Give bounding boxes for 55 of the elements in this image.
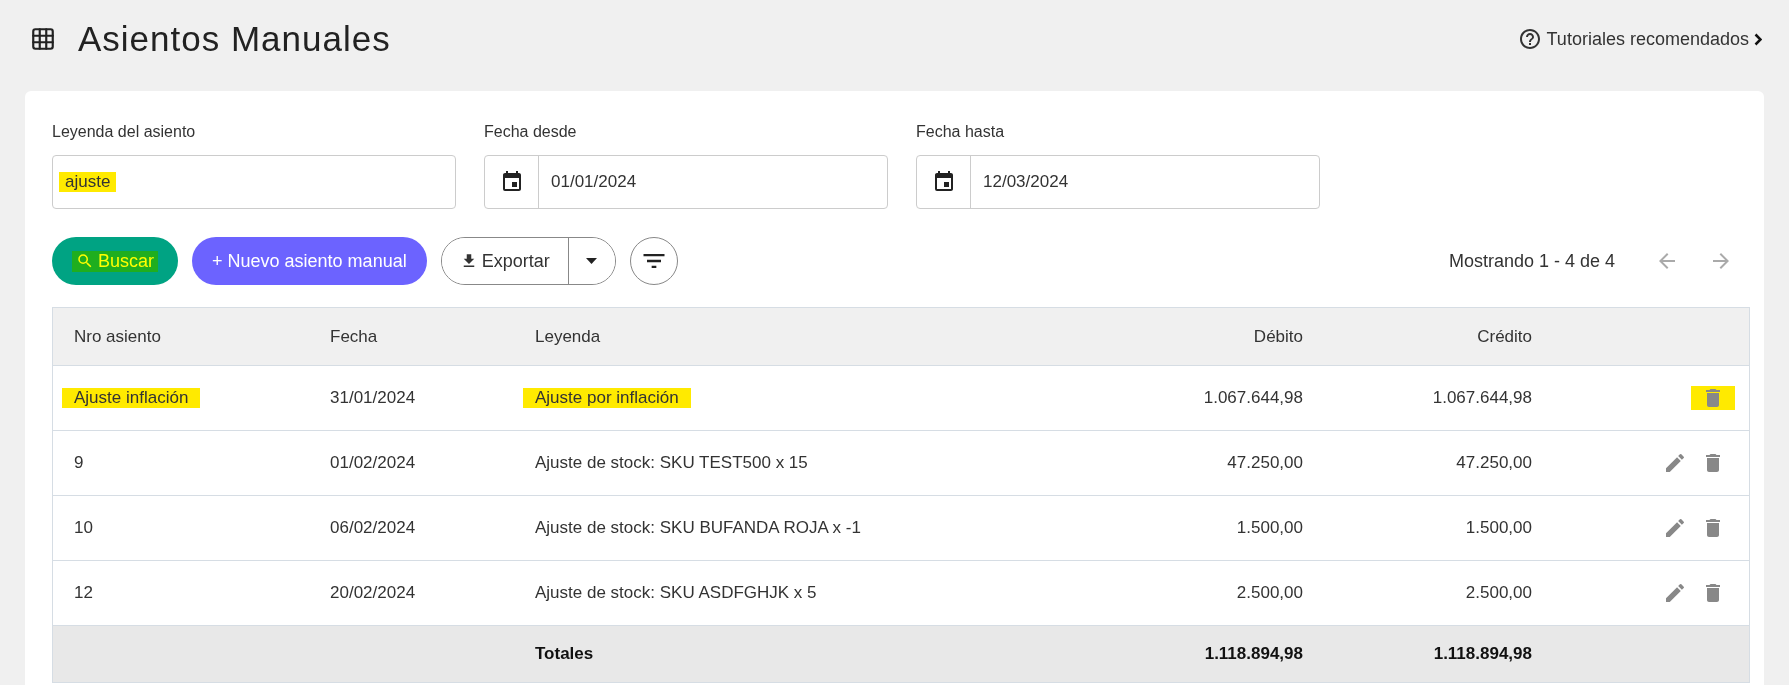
field-value: 12/03/2024 bbox=[983, 172, 1069, 192]
field-label: Fecha hasta bbox=[916, 123, 1006, 141]
table-cell: 2.500,00 bbox=[1236, 583, 1303, 603]
column-header: Débito bbox=[1253, 326, 1303, 347]
tutorials-link[interactable]: Tutoriales recomendados bbox=[1517, 27, 1762, 51]
column-header: Nro asiento bbox=[74, 326, 161, 347]
column-header: Fecha bbox=[330, 326, 378, 347]
total-value: 1.118.894,98 bbox=[1433, 644, 1532, 664]
new-entry-button[interactable]: + Nuevo asiento manual bbox=[192, 237, 427, 285]
edit-button[interactable] bbox=[1663, 516, 1687, 540]
export-button[interactable]: Exportar bbox=[441, 238, 569, 284]
delete-button[interactable] bbox=[1691, 386, 1735, 410]
table-cell: 1.500,00 bbox=[1465, 518, 1532, 538]
table-cell: Ajuste inflación bbox=[62, 388, 201, 408]
table-cell: 20/02/2024 bbox=[330, 583, 416, 603]
help-icon bbox=[1517, 27, 1542, 51]
total-value: 1.118.894,98 bbox=[1204, 644, 1303, 664]
table-cell: 47.250,00 bbox=[1227, 453, 1303, 473]
field-value: ajuste bbox=[59, 172, 117, 192]
table-cell: Ajuste por inflación bbox=[523, 388, 691, 408]
column-header: Leyenda bbox=[535, 326, 601, 347]
pencil-icon bbox=[1663, 451, 1687, 475]
date-field[interactable]: 12/03/2024 bbox=[916, 155, 1320, 209]
field-label: Fecha desde bbox=[484, 123, 578, 141]
table-cell: 2.500,00 bbox=[1465, 583, 1532, 603]
grid-icon bbox=[30, 26, 56, 52]
edit-button[interactable] bbox=[1663, 451, 1687, 475]
input-field[interactable]: ajuste bbox=[52, 155, 456, 209]
table-cell: Ajuste de stock: SKU BUFANDA ROJA x -1 bbox=[535, 518, 861, 538]
date-field[interactable]: 01/01/2024 bbox=[484, 155, 888, 209]
table-cell: 01/02/2024 bbox=[330, 453, 416, 473]
table-cell: 1.067.644,98 bbox=[1432, 388, 1532, 408]
table-cell: Ajuste de stock: SKU TEST500 x 15 bbox=[535, 453, 808, 473]
table-cell: 06/02/2024 bbox=[330, 518, 416, 538]
chevron-right-icon bbox=[1754, 32, 1762, 46]
field-value: 01/01/2024 bbox=[551, 172, 637, 192]
table-cell: 12 bbox=[74, 583, 93, 603]
pagination-info: Mostrando 1 - 4 de 4 bbox=[1448, 250, 1615, 272]
table-cell: Ajuste de stock: SKU ASDFGHJK x 5 bbox=[535, 583, 817, 603]
table-cell: 47.250,00 bbox=[1456, 453, 1532, 473]
pencil-icon bbox=[1663, 581, 1687, 605]
filter-button[interactable] bbox=[629, 237, 678, 285]
table-cell: 31/01/2024 bbox=[330, 388, 416, 408]
column-header: Crédito bbox=[1477, 326, 1532, 347]
table-cell: 9 bbox=[74, 453, 84, 473]
caret-icon bbox=[586, 258, 598, 264]
table-cell: 10 bbox=[74, 518, 93, 538]
search-icon bbox=[76, 252, 94, 270]
table-cell: 1.067.644,98 bbox=[1203, 388, 1303, 408]
table-cell: 1.500,00 bbox=[1236, 518, 1303, 538]
pencil-icon bbox=[1663, 516, 1687, 540]
field-label: Leyenda del asiento bbox=[52, 123, 197, 141]
page-title: Asientos Manuales bbox=[78, 19, 391, 59]
edit-button[interactable] bbox=[1663, 581, 1687, 605]
totals-label: Totales bbox=[535, 644, 594, 664]
